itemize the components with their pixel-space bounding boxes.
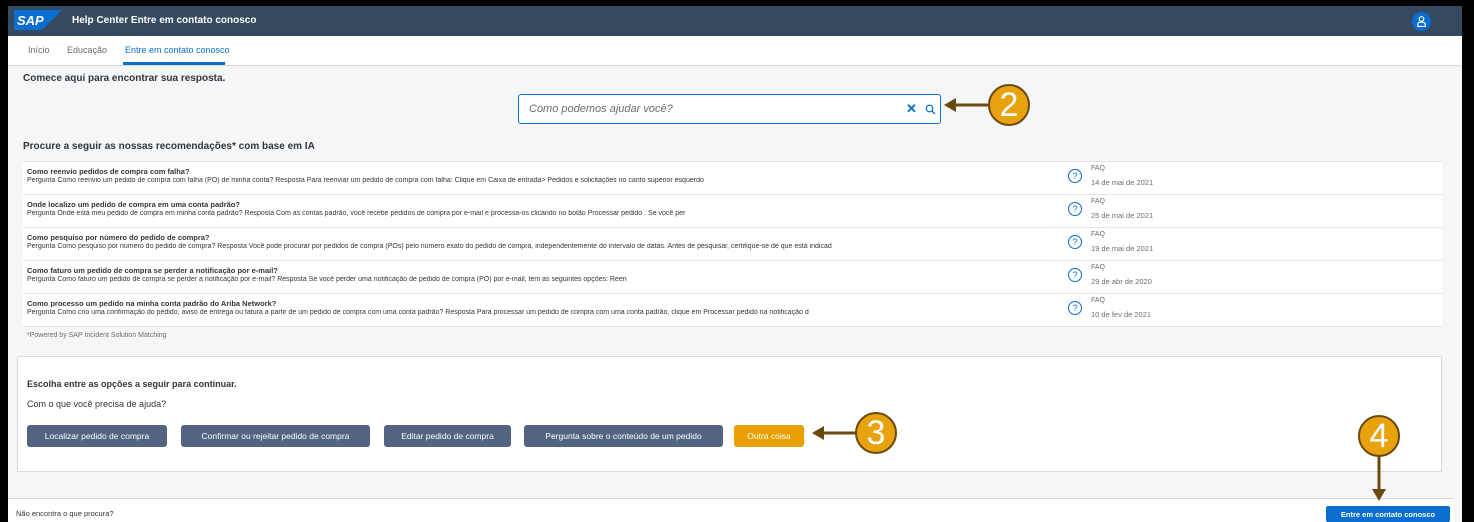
footer-bar: Não encontra o que procura? Entre em con… (8, 498, 1454, 522)
page-headline: Comece aqui para encontrar sua resposta. (23, 73, 226, 84)
callout-arrow-3 (812, 426, 858, 440)
sap-logo[interactable]: SAP (14, 10, 62, 30)
app-window: SAP Help Center Entre em contato conosco… (8, 6, 1462, 522)
list-item[interactable]: Como reenvio pedidos de compra com falha… (23, 161, 1442, 194)
powered-by-note: *Powered by SAP Incident Solution Matchi… (27, 332, 167, 339)
list-item[interactable]: Como faturo um pedido de compra se perde… (23, 260, 1442, 293)
shell-title: Help Center Entre em contato conosco (72, 15, 257, 26)
rec-title[interactable]: Como reenvio pedidos de compra com falha… (27, 167, 190, 176)
rec-description: Pergunta Como crio uma confirmação do pe… (27, 309, 809, 316)
recommendations-list: Como reenvio pedidos de compra com falha… (23, 161, 1442, 327)
tab-inicio[interactable]: Início (28, 45, 50, 55)
logo-text: SAP (17, 13, 44, 28)
callout-2: 2 (988, 84, 1030, 126)
question-icon: ? (1068, 169, 1082, 183)
confirm-reject-order-button[interactable]: Confirmar ou rejeitar pedido de compra (181, 425, 370, 447)
recommendations-heading: Procure a seguir as nossas recomendações… (23, 141, 315, 152)
tab-educacao[interactable]: Educação (67, 45, 107, 55)
callout-arrow-4 (1372, 455, 1386, 501)
rec-date: 19 de mai de 2021 (1091, 244, 1154, 253)
shell-bar: SAP Help Center Entre em contato conosco (8, 6, 1462, 36)
active-tab-indicator (123, 62, 225, 65)
rec-description: Pergunta Como reenvio um pedido de compr… (27, 177, 704, 184)
rec-type: FAQ (1091, 264, 1106, 271)
callout-3: 3 (855, 412, 897, 454)
rec-description: Pergunta Como faturo um pedido de compra… (27, 276, 627, 283)
list-item[interactable]: Onde localizo um pedido de compra em uma… (23, 194, 1442, 227)
question-icon: ? (1068, 268, 1082, 282)
clear-icon[interactable]: ✕ (906, 101, 917, 117)
question-icon: ? (1068, 202, 1082, 216)
options-question: Com o que você precisa de ajuda? (27, 399, 167, 409)
contact-us-button[interactable]: Entre em contato conosco (1326, 506, 1450, 522)
rec-type: FAQ (1091, 198, 1106, 205)
tab-contato[interactable]: Entre em contato conosco (125, 45, 230, 55)
find-order-button[interactable]: Localizar pedido de compra (27, 425, 167, 447)
callout-4: 4 (1358, 415, 1400, 457)
edit-order-button[interactable]: Editar pedido de compra (384, 425, 511, 447)
rec-date: 14 de mai de 2021 (1091, 178, 1154, 187)
rec-date: 25 de mai de 2021 (1091, 211, 1154, 220)
list-item[interactable]: Como pesquiso por número do pedido de co… (23, 227, 1442, 260)
rec-type: FAQ (1091, 165, 1106, 172)
rec-type: FAQ (1091, 297, 1106, 304)
rec-title[interactable]: Como faturo um pedido de compra se perde… (27, 266, 278, 275)
rec-title[interactable]: Como pesquiso por número do pedido de co… (27, 233, 210, 242)
rec-description: Pergunta Como pesquiso por número do ped… (27, 243, 832, 250)
callout-arrow-2 (944, 98, 990, 112)
rec-title[interactable]: Onde localizo um pedido de compra em uma… (27, 200, 240, 209)
order-content-question-button[interactable]: Pergunta sobre o conteúdo de um pedido (524, 425, 723, 447)
rec-description: Pergunta Onde está meu pedido de compra … (27, 210, 686, 217)
list-item[interactable]: Como processo um pedido na minha conta p… (23, 293, 1442, 327)
search-input[interactable] (527, 102, 891, 116)
tab-bar: Início Educação Entre em contato conosco (8, 36, 1462, 66)
user-avatar[interactable] (1412, 12, 1431, 31)
question-icon: ? (1068, 235, 1082, 249)
user-icon (1417, 16, 1426, 27)
rec-date: 10 de fev de 2021 (1091, 310, 1152, 319)
search-icon[interactable] (925, 104, 936, 115)
something-else-button[interactable]: Outra coisa (734, 425, 804, 447)
options-heading: Escolha entre as opções a seguir para co… (27, 379, 237, 389)
footer-text: Não encontra o que procura? (16, 509, 114, 518)
question-icon: ? (1068, 301, 1082, 315)
rec-type: FAQ (1091, 231, 1106, 238)
search-box: ✕ (518, 94, 941, 124)
rec-title[interactable]: Como processo um pedido na minha conta p… (27, 299, 276, 308)
rec-date: 29 de abr de 2020 (1091, 277, 1152, 286)
options-panel: Escolha entre as opções a seguir para co… (17, 356, 1442, 472)
